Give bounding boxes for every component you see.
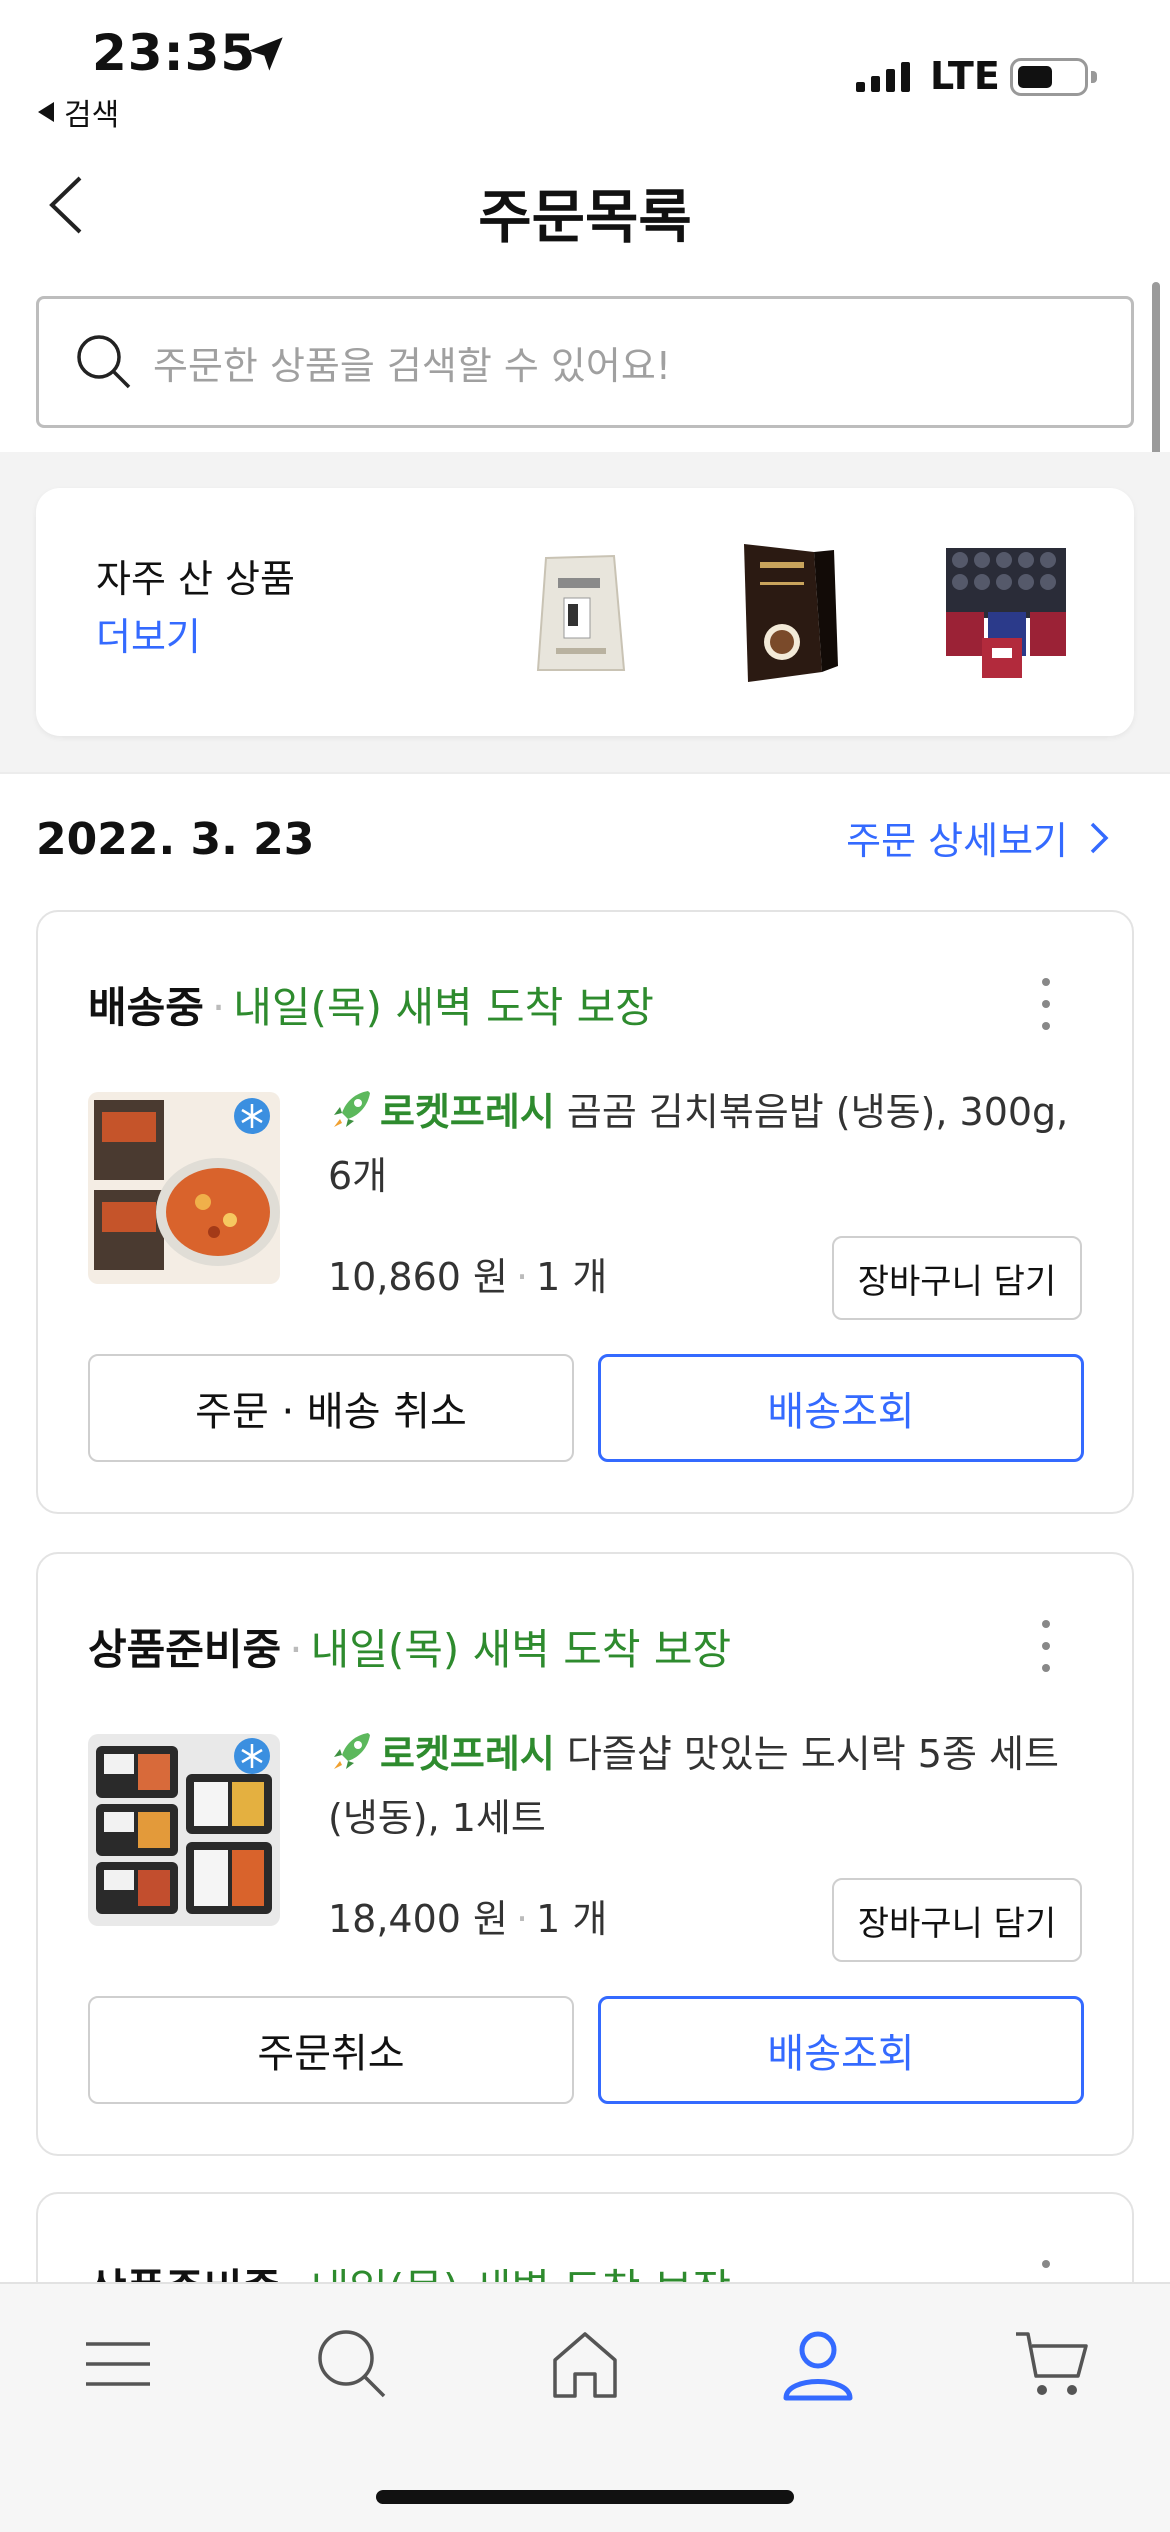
network-type: LTE <box>930 54 1000 98</box>
rocket-icon <box>334 1091 370 1127</box>
product-thumb-coffee[interactable] <box>704 532 854 692</box>
more-options-icon[interactable] <box>1040 1620 1052 1672</box>
price-line: 18,400 원 · 1 개 <box>328 1897 608 1941</box>
search-icon <box>77 335 131 389</box>
order-card: 배송중 · 내일(목) 새벽 도착 보장 로켓프레시 곰곰 김치볶음밥 (냉동), … <box>36 910 1134 1514</box>
add-to-cart-button[interactable]: 장바구니 담기 <box>832 1236 1082 1320</box>
menu-icon[interactable] <box>78 2324 158 2404</box>
product-name[interactable]: 로켓프레시 곰곰 김치볶음밥 (냉동), 300g, 6개 <box>328 1080 1088 1208</box>
page-title: 주문목록 <box>478 183 692 251</box>
chevron-right-icon <box>1090 822 1109 853</box>
search-placeholder: 주문한 상품을 검색할 수 있어요! <box>153 343 672 388</box>
product-qty: 1 개 <box>536 1255 608 1299</box>
add-to-cart-button[interactable]: 장바구니 담기 <box>832 1878 1082 1962</box>
order-detail-label: 주문 상세보기 <box>846 819 1068 863</box>
price-line: 10,860 원 · 1 개 <box>328 1255 608 1299</box>
delivery-promise: 내일(목) 새벽 도착 보장 <box>310 1625 732 1674</box>
back-app-label: 검색 <box>64 98 120 133</box>
order-card: 상품준비중 · 내일(목) 새벽 도착 보장 로켓프레시 다즐샵 맛있는 도시락 5… <box>36 1552 1134 2156</box>
order-status: 상품준비중 <box>88 1625 282 1674</box>
header: 주문목록 <box>0 140 1170 270</box>
product-thumb-rice[interactable] <box>506 538 656 688</box>
product-price: 10,860 원 <box>328 1255 509 1299</box>
frequent-more-link[interactable]: 더보기 <box>96 606 201 661</box>
track-delivery-button[interactable]: 배송조회 <box>598 1996 1084 2104</box>
delivery-promise: 내일(목) 새벽 도착 보장 <box>233 983 654 1032</box>
order-status-line: 배송중 · 내일(목) 새벽 도착 보장 <box>88 983 654 1032</box>
cart-icon[interactable] <box>1012 2324 1092 2404</box>
cancel-order-button[interactable]: 주문취소 <box>88 1996 574 2104</box>
rocket-fresh-label: 로켓프레시 <box>380 1090 555 1134</box>
order-status-line: 상품준비중·내일(목) 새벽 도착 보장 <box>88 1625 732 1674</box>
rocket-icon <box>334 1733 370 1769</box>
product-thumb-cans[interactable] <box>926 528 1086 688</box>
order-detail-link[interactable]: 주문 상세보기 <box>846 810 1112 865</box>
battery-icon <box>1010 58 1097 96</box>
search-icon[interactable] <box>312 2324 392 2404</box>
product-image-lunchbox[interactable] <box>88 1734 280 1926</box>
search-input[interactable]: 주문한 상품을 검색할 수 있어요! <box>36 296 1134 428</box>
order-status: 배송중 <box>88 983 204 1032</box>
home-indicator[interactable] <box>376 2490 794 2504</box>
track-delivery-button[interactable]: 배송조회 <box>598 1354 1084 1462</box>
back-to-app[interactable]: 검색 <box>38 90 119 134</box>
product-price: 18,400 원 <box>328 1897 509 1941</box>
more-options-icon[interactable] <box>1040 978 1052 1030</box>
order-date: 2022. 3. 23 <box>36 814 315 865</box>
section-divider <box>0 772 1170 774</box>
my-icon[interactable] <box>778 2324 858 2404</box>
product-image-kimchi-rice[interactable] <box>88 1092 280 1284</box>
status-bar: 23:35 검색 LTE <box>0 0 1170 140</box>
rocket-fresh-label: 로켓프레시 <box>380 1732 555 1776</box>
frequent-products-card[interactable]: 자주 산 상품 더보기 <box>36 488 1134 736</box>
product-qty: 1 개 <box>536 1897 608 1941</box>
status-time: 23:35 <box>92 24 257 82</box>
product-name[interactable]: 로켓프레시 다즐샵 맛있는 도시락 5종 세트(냉동), 1세트 <box>328 1722 1088 1850</box>
cancel-order-button[interactable]: 주문 · 배송 취소 <box>88 1354 574 1462</box>
signal-icon <box>856 62 910 92</box>
back-triangle-icon <box>38 102 54 122</box>
location-arrow-icon <box>249 37 283 71</box>
frequent-title: 자주 산 상품 <box>96 557 295 601</box>
home-icon[interactable] <box>545 2324 625 2404</box>
